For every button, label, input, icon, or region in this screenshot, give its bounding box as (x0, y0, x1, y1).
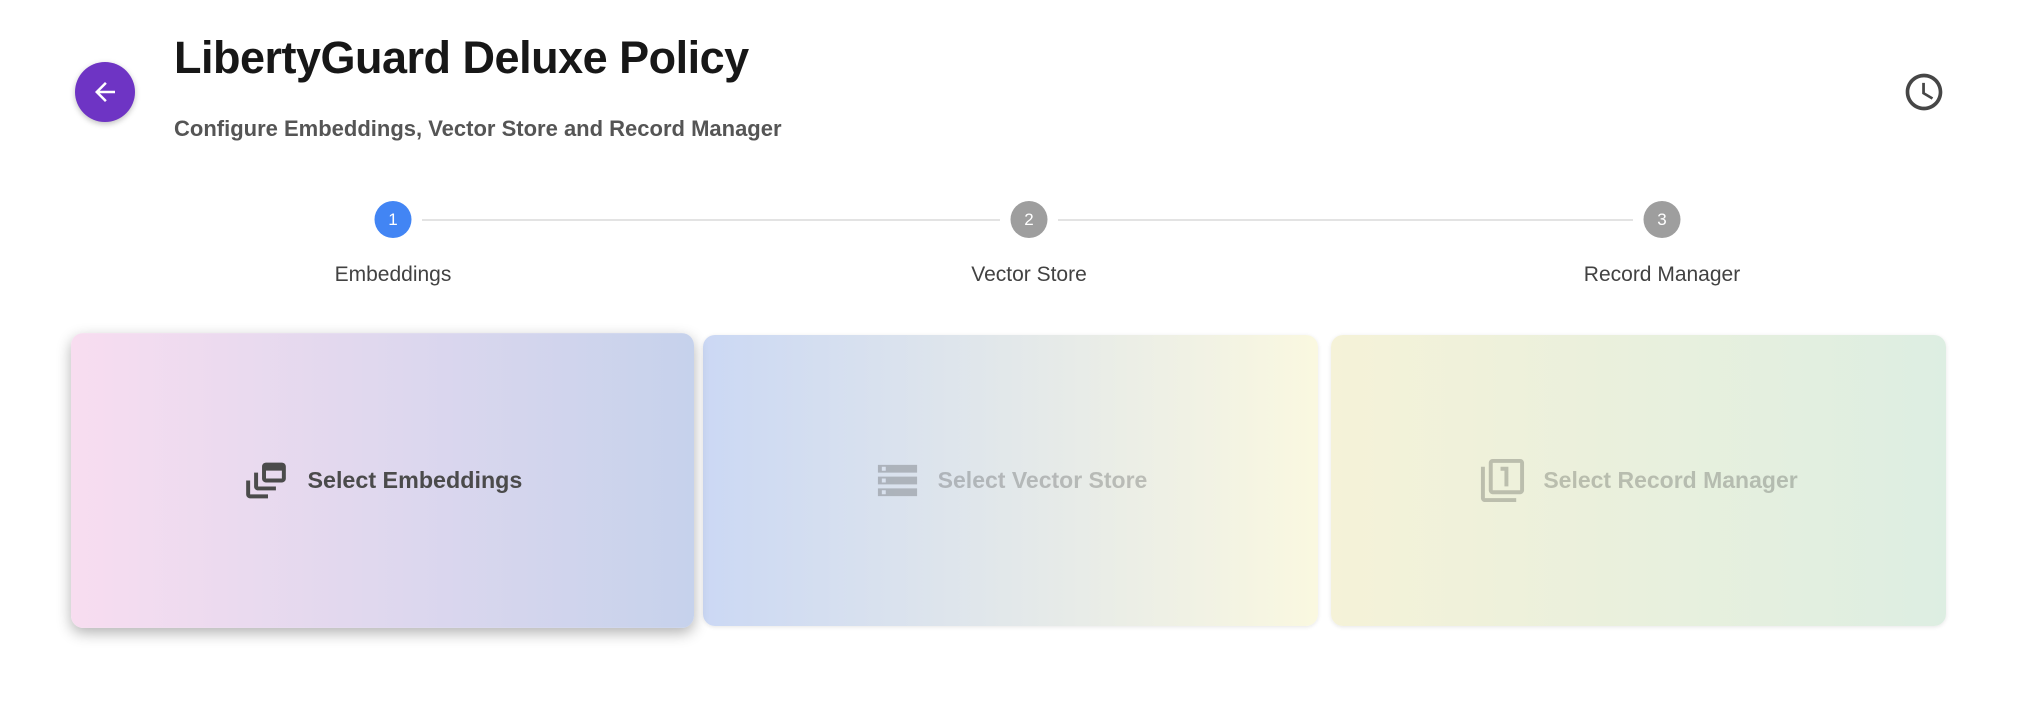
select-record-manager-card: Select Record Manager (1331, 335, 1946, 626)
page-subtitle: Configure Embeddings, Vector Store and R… (174, 116, 782, 142)
select-embeddings-card[interactable]: Select Embeddings (71, 333, 694, 628)
select-vector-store-card: Select Vector Store (703, 335, 1318, 626)
stepper: 1 2 3 Embeddings Vector Store Record Man… (75, 201, 1946, 296)
clock-icon (1902, 70, 1948, 114)
step-label-embeddings: Embeddings (335, 263, 452, 287)
filter-1-icon (1479, 457, 1526, 504)
step-number: 3 (1657, 210, 1666, 230)
back-button[interactable] (75, 62, 135, 122)
storage-icon (874, 457, 921, 504)
dynamic-feed-icon (243, 457, 291, 505)
step-indicator-record-manager: 3 (1644, 201, 1681, 238)
step-number: 1 (388, 210, 397, 230)
card-label: Select Vector Store (938, 467, 1148, 494)
step-label-record-manager: Record Manager (1584, 263, 1740, 287)
arrow-left-icon (90, 77, 120, 107)
stepper-connector (422, 219, 1000, 221)
stepper-connector (1058, 219, 1633, 221)
history-button[interactable] (1902, 69, 1948, 115)
selection-cards-row: Select Embeddings Select Vector Store Se… (75, 335, 1946, 626)
step-number: 2 (1024, 210, 1033, 230)
card-label: Select Embeddings (307, 467, 522, 494)
step-label-vector-store: Vector Store (971, 263, 1087, 287)
step-indicator-embeddings: 1 (375, 201, 412, 238)
page-title: LibertyGuard Deluxe Policy (174, 32, 749, 84)
step-indicator-vector-store: 2 (1011, 201, 1048, 238)
card-label: Select Record Manager (1543, 467, 1797, 494)
